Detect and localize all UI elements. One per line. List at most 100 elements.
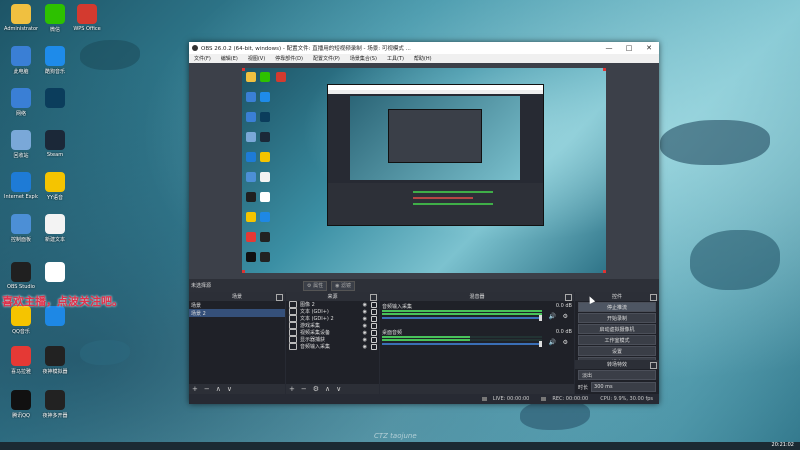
minimize-button[interactable]: — [599, 42, 619, 54]
move-up-button[interactable]: ∧ [322, 385, 333, 393]
source-item[interactable]: 图像 2 ◉ [286, 301, 379, 308]
control-buttons: 停止推流开始录制启动虚拟摄像机工作室模式设置退出 [575, 301, 659, 368]
desktop-shortcut[interactable]: Internet Explorer [4, 172, 38, 200]
desktop-shortcut[interactable]: 夜神多开器 [38, 390, 72, 419]
control-button[interactable]: 启动虚拟摄像机 [578, 324, 656, 334]
speaker-icon[interactable]: 🔊 [549, 339, 556, 346]
mini-desktop-icon [246, 232, 256, 242]
move-down-button[interactable]: ∨ [333, 385, 344, 393]
volume-slider[interactable] [382, 341, 542, 347]
menu-item[interactable]: 场景集合(S) [345, 55, 382, 62]
maximize-button[interactable]: □ [619, 42, 639, 54]
control-button[interactable]: 设置 [578, 346, 656, 356]
desktop-shortcut[interactable]: 腾讯QQ [4, 390, 38, 419]
fish-decoration [80, 340, 130, 365]
mini-desktop-icon [260, 212, 270, 222]
undock-icon[interactable] [565, 294, 572, 301]
filters-button[interactable]: ◉ 滤镜 [331, 280, 356, 291]
desktop-shortcut[interactable]: 此电脑 [4, 46, 38, 75]
speaker-icon[interactable]: 🔊 [549, 313, 556, 320]
desktop-shortcut-label: 回收站 [13, 153, 29, 159]
channel-settings-icon[interactable]: ⚙ [563, 339, 568, 346]
menu-item[interactable]: 工具(T) [382, 55, 409, 62]
remove-source-button[interactable]: − [298, 385, 310, 393]
desktop-shortcut[interactable]: 回收站 [4, 130, 38, 159]
undock-icon[interactable] [650, 294, 657, 301]
desktop-shortcut[interactable]: 新建文本 [38, 214, 72, 243]
desktop-shortcut[interactable]: WPS Office [70, 4, 104, 32]
desktop-shortcut[interactable]: Steam [38, 130, 72, 158]
source-item[interactable]: 显示器捕获 ◉ [286, 336, 379, 343]
mini-desktop-icon [260, 192, 270, 202]
desktop-shortcut-label: 新建文本 [44, 237, 65, 243]
control-button[interactable]: 工作室模式 [578, 335, 656, 345]
add-scene-button[interactable]: + [189, 385, 201, 393]
volume-knob[interactable] [539, 315, 542, 321]
sources-footer: + − ⚙ ∧ ∨ [286, 384, 379, 394]
obs-titlebar[interactable]: OBS 26.0.2 (64-bit, windows) - 配置文件: 直播用… [189, 42, 659, 54]
undock-icon[interactable] [370, 294, 377, 301]
obs-logo-icon [192, 45, 198, 51]
mini-desktop-icon [260, 152, 270, 162]
source-item[interactable]: 文本 (GDI+) 2 ◉ [286, 315, 379, 322]
transitions-dock: 转场特效 淡出 时长 300 ms [575, 360, 659, 393]
desktop-shortcut[interactable]: 喜马拉雅 [4, 346, 38, 375]
undock-icon[interactable] [650, 362, 657, 369]
desktop-shortcut[interactable]: OBS Studio [4, 262, 38, 290]
desktop-shortcut[interactable]: YY语音 [38, 172, 72, 201]
lock-icon[interactable] [371, 344, 377, 350]
level-fill [382, 313, 542, 315]
menu-item[interactable]: 编辑(E) [216, 55, 243, 62]
move-down-button[interactable]: ∨ [224, 385, 235, 393]
resize-handle[interactable] [242, 270, 245, 273]
properties-button[interactable]: ⚙ 属性 [303, 280, 328, 291]
move-up-button[interactable]: ∧ [213, 385, 224, 393]
channel-settings-icon[interactable]: ⚙ [563, 313, 568, 320]
source-item[interactable]: 文本 (GDI+) ◉ [286, 308, 379, 315]
volume-slider[interactable] [382, 315, 542, 321]
mixer-channel: 桌面音频 0.0 dB 🔊 ⚙ [382, 329, 572, 355]
remove-scene-button[interactable]: − [201, 385, 213, 393]
scene-item[interactable]: 场景 2 [189, 309, 285, 317]
close-button[interactable]: ✕ [639, 42, 659, 54]
control-button[interactable]: 开始录制 [578, 313, 656, 323]
desktop-shortcut[interactable]: 网络 [4, 88, 38, 117]
resize-handle[interactable] [242, 68, 245, 71]
level-fill [382, 310, 542, 312]
resize-handle[interactable] [603, 270, 606, 273]
source-item[interactable]: 音频输入采集 ◉ [286, 343, 379, 350]
desktop-shortcut[interactable] [38, 306, 72, 328]
menu-item[interactable]: 配置文件(P) [308, 55, 345, 62]
desktop-shortcut[interactable] [38, 262, 72, 284]
desktop-shortcut[interactable]: QQ音乐 [4, 306, 38, 335]
desktop-shortcut-label: 夜神模拟器 [42, 369, 68, 375]
taskbar-clock: 20:21:02 [771, 442, 794, 448]
source-label: 游戏采集 [300, 323, 321, 329]
source-item[interactable]: 游戏采集 ◉ [286, 322, 379, 329]
desktop-shortcut[interactable]: 控制面板 [4, 214, 38, 243]
mini-desktop-icon [246, 72, 256, 82]
menu-item[interactable]: 文件(F) [189, 55, 216, 62]
menu-item[interactable]: 视图(V) [243, 55, 270, 62]
desktop-shortcut[interactable]: 微信 [38, 4, 72, 33]
desktop-shortcut[interactable]: Administrator [4, 4, 38, 32]
duration-input[interactable]: 300 ms [591, 382, 656, 392]
source-item[interactable]: 视频采集设备 ◉ [286, 329, 379, 336]
desktop-shortcut[interactable]: 酷狗音乐 [38, 46, 72, 75]
desktop-shortcut[interactable] [38, 88, 72, 110]
mic-icon [289, 343, 297, 350]
scene-item[interactable]: 场景 [189, 301, 285, 309]
source-settings-icon[interactable]: ⚙ [310, 385, 322, 393]
desktop-shortcut[interactable]: 夜神模拟器 [38, 346, 72, 375]
undock-icon[interactable] [276, 294, 283, 301]
ximalaya-icon [11, 346, 31, 366]
menu-item[interactable]: 帮助(H) [409, 55, 437, 62]
add-source-button[interactable]: + [286, 385, 298, 393]
fish-decoration [80, 40, 140, 70]
visibility-eye-icon[interactable]: ◉ [363, 344, 367, 350]
transition-select[interactable]: 淡出 [578, 370, 656, 380]
resize-handle[interactable] [603, 68, 606, 71]
volume-knob[interactable] [539, 341, 542, 347]
menu-item[interactable]: 停靠部件(D) [270, 55, 308, 62]
preview-canvas[interactable] [242, 68, 606, 273]
